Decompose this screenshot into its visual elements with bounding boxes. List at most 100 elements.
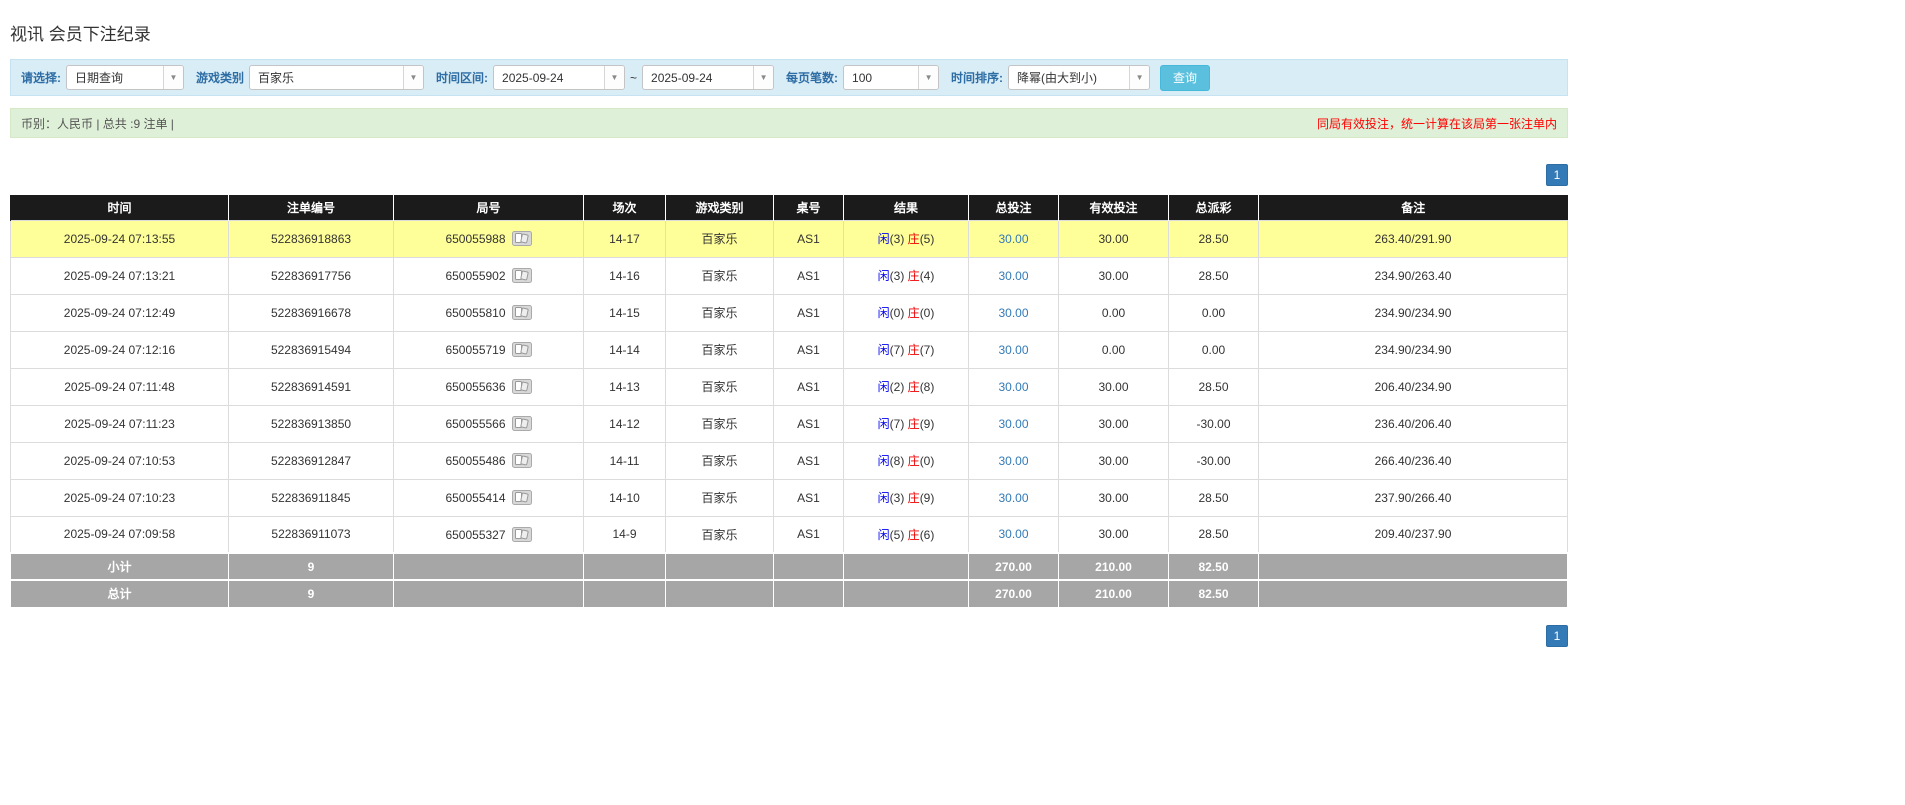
cell-total-bet: 30.00 — [968, 441, 1059, 480]
search-button[interactable]: 查询 — [1160, 64, 1211, 91]
cell-valid-bet: 0.00 — [1058, 330, 1169, 369]
page-button[interactable]: 1 — [1546, 164, 1568, 186]
total-bet-link[interactable]: 30.00 — [998, 417, 1028, 431]
column-header: 有效投注 — [1058, 195, 1169, 220]
cell-payout: 28.50 — [1168, 478, 1259, 517]
result-banker-label: 庄 — [907, 491, 920, 505]
video-replay-icon[interactable] — [511, 268, 532, 284]
cell-game-type: 百家乐 — [665, 330, 774, 369]
result-player-score: (3) — [889, 232, 905, 246]
cell-game-type: 百家乐 — [665, 256, 774, 295]
cell-payout: 28.50 — [1168, 256, 1259, 295]
total-bet-link[interactable]: 30.00 — [998, 269, 1028, 283]
date-type-select[interactable]: 日期查询 ▼ — [66, 65, 184, 90]
game-type-select[interactable]: 百家乐 ▼ — [249, 65, 425, 90]
column-header: 备注 — [1258, 195, 1568, 220]
result-player-label: 闲 — [877, 527, 890, 542]
video-replay-icon[interactable] — [511, 416, 532, 432]
cell-bet-id: 522836911073 — [228, 515, 394, 554]
column-header: 总投注 — [968, 195, 1059, 220]
video-replay-icon[interactable] — [511, 526, 532, 542]
cell-time: 2025-09-24 07:09:58 — [10, 515, 229, 554]
video-replay-icon[interactable] — [511, 342, 532, 358]
date-to-select[interactable]: 2025-09-24 ▼ — [642, 65, 775, 90]
cell-session: 14-13 — [583, 367, 666, 406]
cell-round: 650055636 — [393, 367, 584, 406]
cell-bet-id: 522836913850 — [228, 404, 394, 443]
cell-round: 650055327 — [393, 515, 584, 554]
footer-empty-cell — [665, 552, 774, 581]
total-bet-link[interactable]: 30.00 — [998, 306, 1028, 320]
chevron-down-icon[interactable]: ▼ — [753, 66, 774, 89]
total-bet-link[interactable]: 30.00 — [998, 527, 1028, 541]
cell-game-type: 百家乐 — [665, 441, 774, 480]
chevron-down-icon[interactable]: ▼ — [604, 66, 625, 89]
cell-remark: 234.90/234.90 — [1258, 293, 1568, 332]
cell-total-bet: 30.00 — [968, 515, 1059, 554]
cell-table-no: AS1 — [773, 367, 844, 406]
cell-bet-id: 522836912847 — [228, 441, 394, 480]
column-header: 结果 — [843, 195, 969, 220]
round-number: 650055719 — [445, 342, 506, 357]
cell-total-bet: 30.00 — [968, 478, 1059, 517]
video-replay-icon[interactable] — [511, 305, 532, 321]
cell-valid-bet: 30.00 — [1058, 256, 1169, 295]
chevron-down-icon[interactable]: ▼ — [1129, 66, 1150, 89]
cell-remark: 209.40/237.90 — [1258, 515, 1568, 554]
total-bet-link[interactable]: 30.00 — [998, 343, 1028, 357]
footer-empty-cell — [583, 552, 666, 581]
page-size-value: 100 — [852, 70, 873, 85]
main-container: 视讯 会员下注纪录 请选择: 日期查询 ▼ 游戏类别 百家乐 ▼ 时间区间: 2… — [10, 0, 1568, 647]
footer-empty-cell — [1258, 579, 1568, 608]
cell-table-no: AS1 — [773, 441, 844, 480]
video-replay-icon[interactable] — [511, 231, 532, 247]
cell-table-no: AS1 — [773, 219, 844, 258]
filter-label-time-range: 时间区间: — [436, 71, 489, 85]
sort-order-select[interactable]: 降幂(由大到小) ▼ — [1008, 65, 1151, 90]
video-replay-icon[interactable] — [511, 453, 532, 469]
pager-bottom: 1 — [10, 624, 1568, 647]
filter-label-sort: 时间排序: — [951, 71, 1004, 85]
page-button[interactable]: 1 — [1546, 624, 1568, 647]
date-from-select[interactable]: 2025-09-24 ▼ — [493, 65, 626, 90]
cell-time: 2025-09-24 07:12:49 — [10, 293, 229, 332]
cell-valid-bet: 30.00 — [1058, 515, 1169, 554]
cell-remark: 206.40/234.90 — [1258, 367, 1568, 406]
summary-bar: 币别：人民币 | 总共 :9 注单 | 同局有效投注，统一计算在该局第一张注单内 — [10, 108, 1568, 138]
table-row: 2025-09-24 07:11:23 522836913850 650055566… — [10, 404, 1568, 443]
total-bet-link[interactable]: 30.00 — [998, 380, 1028, 394]
cell-round: 650055719 — [393, 330, 584, 369]
total-bet-link[interactable]: 30.00 — [998, 232, 1028, 246]
cell-time: 2025-09-24 07:10:53 — [10, 441, 229, 480]
summary-notice: 同局有效投注，统一计算在该局第一张注单内 — [1316, 116, 1557, 131]
chevron-down-icon[interactable]: ▼ — [918, 66, 939, 89]
video-replay-icon[interactable] — [511, 490, 532, 506]
table-footer: 小计 9 270.00 210.00 82.50 总计 9 270.00 210.00 82.50 — [10, 552, 1568, 608]
cell-table-no: AS1 — [773, 256, 844, 295]
column-header: 总派彩 — [1168, 195, 1259, 220]
cell-payout: -30.00 — [1168, 441, 1259, 480]
chevron-down-icon[interactable]: ▼ — [163, 66, 183, 89]
cell-time: 2025-09-24 07:13:55 — [10, 219, 229, 258]
page-title: 视讯 会员下注纪录 — [10, 25, 151, 44]
table-body: 2025-09-24 07:13:55 522836918863 650055988… — [10, 219, 1568, 554]
cell-time: 2025-09-24 07:12:16 — [10, 330, 229, 369]
cell-remark: 234.90/263.40 — [1258, 256, 1568, 295]
table-row: 2025-09-24 07:13:55 522836918863 650055988… — [10, 219, 1568, 258]
footer-label: 小计 — [10, 552, 229, 581]
total-bet-link[interactable]: 30.00 — [998, 491, 1028, 505]
cell-payout: -30.00 — [1168, 404, 1259, 443]
chevron-down-icon[interactable]: ▼ — [403, 66, 424, 89]
result-player-label: 闲 — [877, 417, 890, 431]
result-player-score: (8) — [889, 454, 905, 468]
video-replay-icon[interactable] — [511, 379, 532, 395]
footer-empty-cell — [1258, 552, 1568, 581]
cell-result: 闲(7) 庄(9) — [843, 404, 969, 443]
result-banker-score: (8) — [919, 380, 935, 394]
page-size-select[interactable]: 100 ▼ — [843, 65, 940, 90]
total-bet-link[interactable]: 30.00 — [998, 454, 1028, 468]
cell-game-type: 百家乐 — [665, 367, 774, 406]
cell-bet-id: 522836918863 — [228, 219, 394, 258]
table-header-row: 时间 注单编号 局号 场次 游戏类别 桌号 结果 总投注 有效投注 总派彩 备注 — [10, 195, 1568, 220]
cell-time: 2025-09-24 07:10:23 — [10, 478, 229, 517]
